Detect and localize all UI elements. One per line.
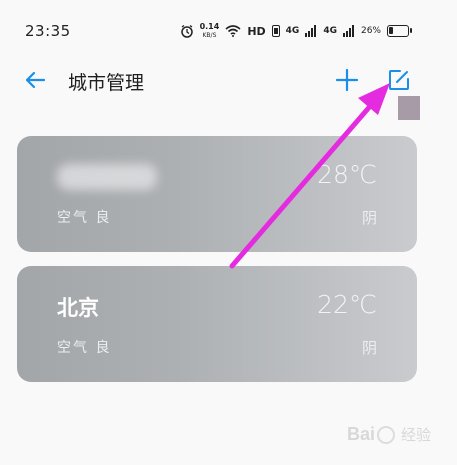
volte-icon — [271, 25, 280, 37]
alarm-clock-icon — [180, 24, 193, 38]
signal-type-1: 4G — [285, 26, 300, 36]
city-temperature: 22℃ — [317, 290, 377, 319]
back-arrow-icon — [25, 71, 46, 89]
city-card[interactable]: 28℃ 空气 良 阴 — [17, 136, 417, 252]
paw-icon — [376, 425, 395, 444]
weather-condition: 阴 — [361, 339, 377, 357]
signal-type-2: 4G — [323, 26, 337, 36]
status-bar: 23:35 0.14 KB/S HD 4G 4G 26% — [0, 0, 457, 62]
edit-icon — [389, 70, 409, 90]
city-name: 北京 — [57, 296, 99, 320]
plus-icon — [335, 68, 359, 92]
annotation-mark — [398, 96, 420, 120]
network-speed: 0.14 KB/S — [200, 22, 220, 40]
edit-button[interactable] — [385, 66, 413, 94]
status-icons: 0.14 KB/S HD 4G 4G 26% — [180, 20, 412, 42]
weather-condition: 阴 — [361, 209, 377, 227]
signal-strength-icon — [342, 25, 354, 37]
status-time: 23:35 — [25, 22, 71, 40]
signal-strength-icon — [305, 25, 317, 37]
page-title: 城市管理 — [68, 72, 145, 94]
air-quality: 空气 良 — [57, 210, 112, 226]
hd-label: HD — [247, 24, 266, 38]
network-speed-unit: KB/S — [202, 32, 217, 39]
battery-level — [389, 27, 393, 34]
battery-icon — [387, 25, 412, 37]
battery-percent: 26% — [360, 26, 381, 36]
wifi-icon — [225, 25, 241, 37]
watermark-text: Bai — [346, 424, 375, 444]
back-button[interactable] — [22, 66, 50, 94]
air-quality: 空气 良 — [57, 340, 112, 356]
baidu-watermark: Bai 经验 — [347, 424, 431, 445]
network-speed-value: 0.14 — [199, 22, 220, 31]
blurred-city-name — [57, 164, 157, 190]
city-card[interactable]: 北京 22℃ 空气 良 阴 — [17, 266, 417, 382]
city-temperature: 28℃ — [317, 160, 377, 189]
header-bar: 城市管理 — [0, 58, 457, 104]
add-city-button[interactable] — [333, 66, 361, 94]
watermark-text-cn: 经验 — [400, 426, 431, 444]
